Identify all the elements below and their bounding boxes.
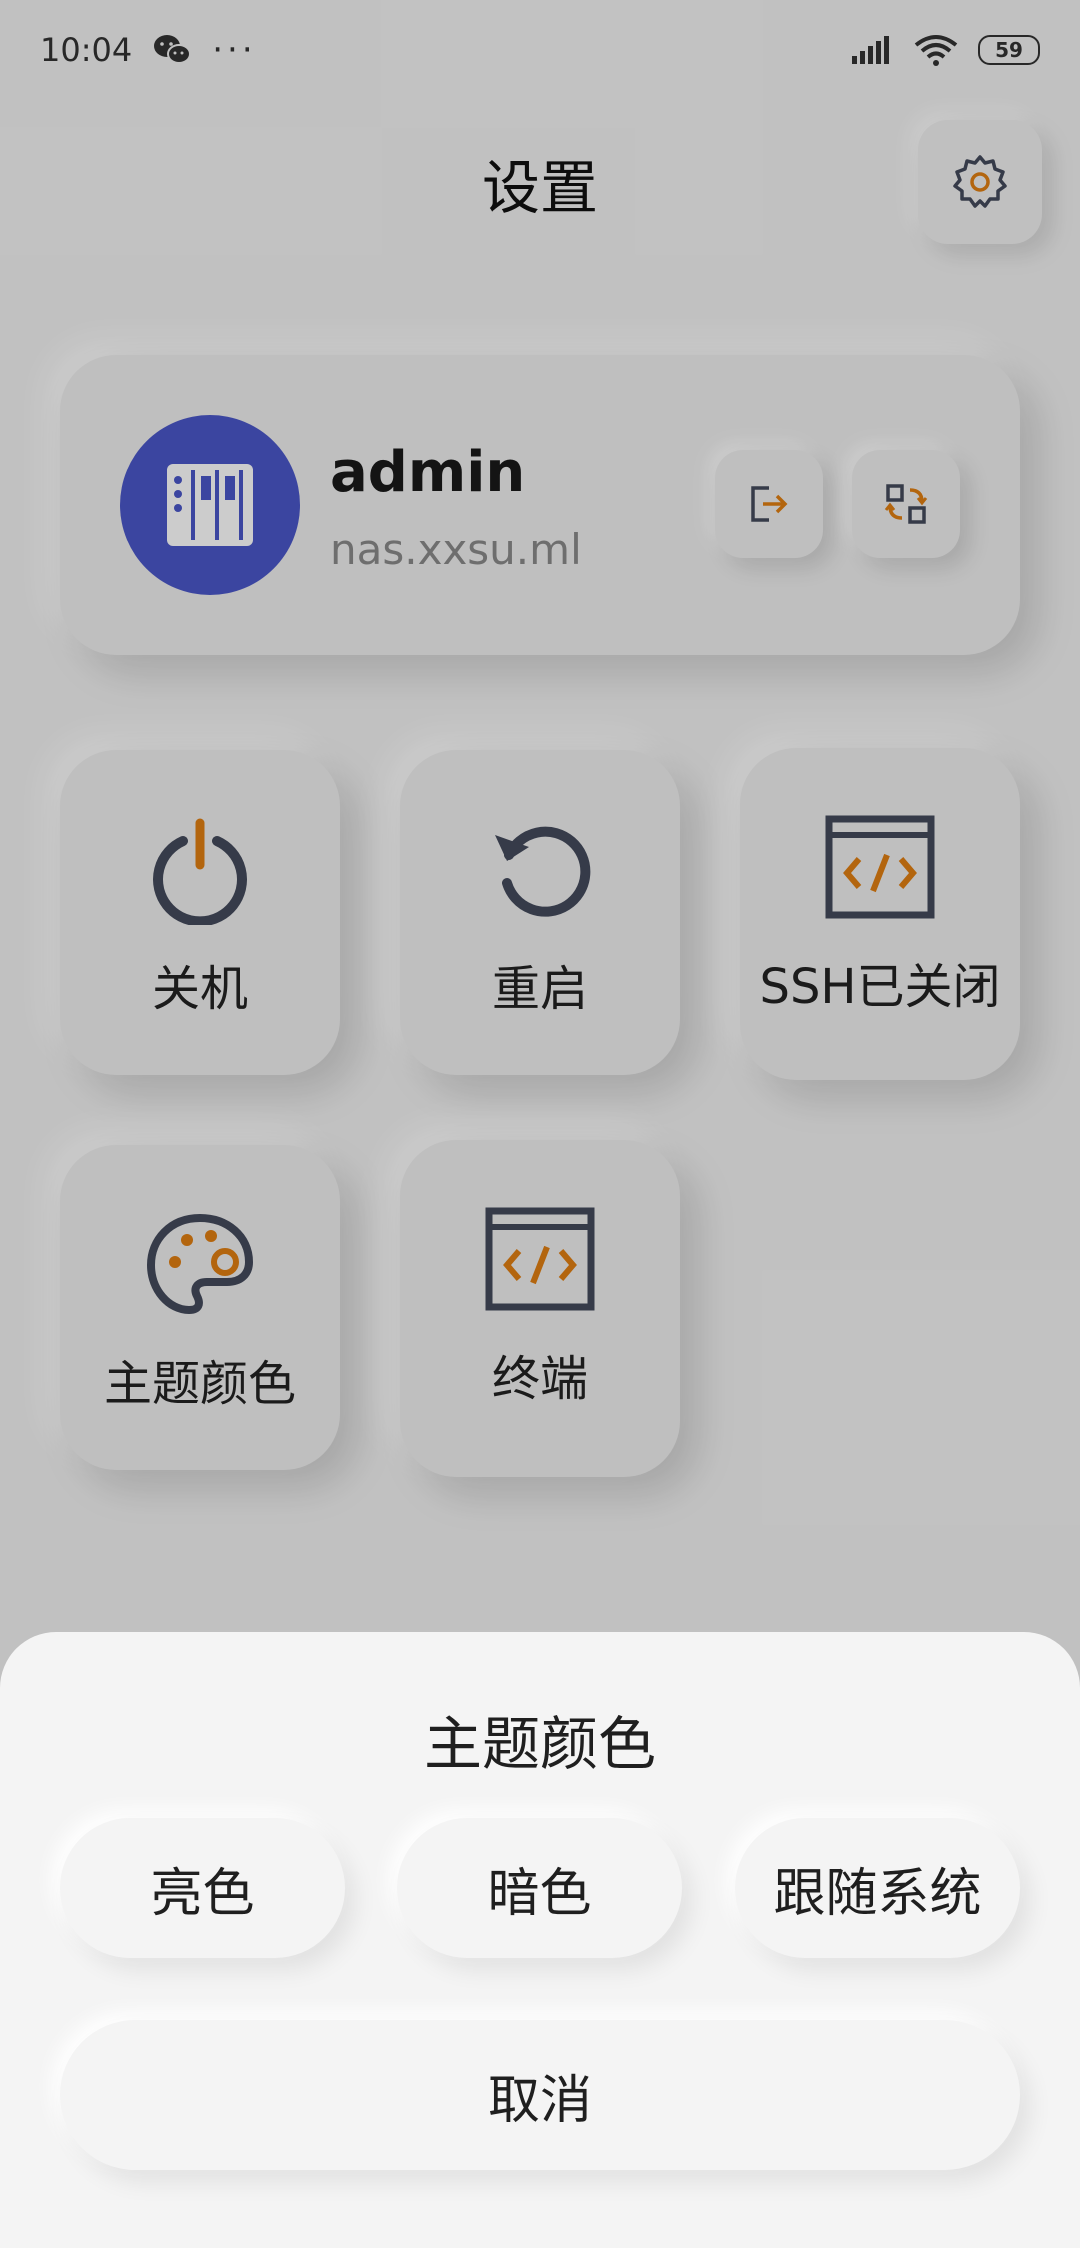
dark-theme-button[interactable]: 暗色 <box>397 1818 682 1958</box>
light-theme-button[interactable]: 亮色 <box>60 1818 345 1958</box>
follow-system-button[interactable]: 跟随系统 <box>735 1818 1020 1958</box>
cancel-button[interactable]: 取消 <box>60 2020 1020 2170</box>
sheet-title: 主题颜色 <box>423 1710 656 1778</box>
theme-bottom-sheet: 主题颜色 亮色 暗色 跟随系统 取消 <box>0 1632 1080 2248</box>
